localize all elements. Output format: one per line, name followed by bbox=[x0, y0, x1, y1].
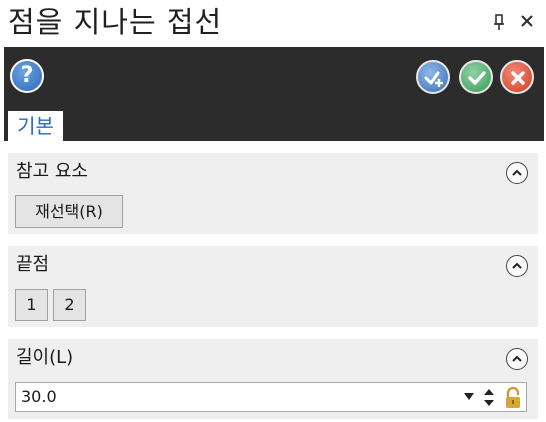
cancel-x-icon bbox=[511, 71, 525, 85]
pin-icon[interactable] bbox=[491, 12, 507, 32]
dropdown-arrow-icon[interactable] bbox=[464, 393, 474, 401]
ok-check-icon bbox=[468, 71, 486, 85]
section-endpoint: 끝점 1 2 bbox=[8, 246, 538, 327]
section-length: 길이(L) 30.0 bbox=[8, 339, 538, 419]
collapse-toggle-icon[interactable] bbox=[506, 255, 528, 277]
title-bar: 점을 지나는 접선 bbox=[0, 0, 546, 46]
collapse-toggle-icon[interactable] bbox=[506, 348, 528, 370]
endpoint-2-button[interactable]: 2 bbox=[53, 289, 86, 321]
section-reference-elements: 참고 요소 재선택(R) bbox=[8, 153, 538, 234]
apply-icon bbox=[424, 71, 443, 87]
spinner-icon[interactable] bbox=[483, 387, 495, 409]
apply-button[interactable] bbox=[416, 60, 450, 94]
ok-button[interactable] bbox=[459, 60, 493, 94]
toolbar: ? bbox=[4, 47, 544, 141]
reselect-button[interactable]: 재선택(R) bbox=[15, 195, 123, 228]
help-button[interactable]: ? bbox=[10, 59, 44, 93]
endpoint-1-button[interactable]: 1 bbox=[15, 289, 48, 321]
length-value: 30.0 bbox=[21, 387, 57, 406]
help-icon: ? bbox=[20, 63, 34, 88]
close-icon[interactable] bbox=[518, 11, 536, 31]
window-title: 점을 지나는 접선 bbox=[8, 5, 223, 39]
cancel-button[interactable] bbox=[500, 60, 534, 94]
section-title: 길이(L) bbox=[16, 347, 74, 368]
length-input[interactable]: 30.0 bbox=[15, 382, 527, 412]
collapse-toggle-icon[interactable] bbox=[506, 162, 528, 184]
lock-icon[interactable] bbox=[504, 386, 522, 410]
section-title: 참고 요소 bbox=[16, 161, 88, 182]
tab-basic[interactable]: 기본 bbox=[8, 111, 63, 141]
section-title: 끝점 bbox=[16, 254, 50, 275]
